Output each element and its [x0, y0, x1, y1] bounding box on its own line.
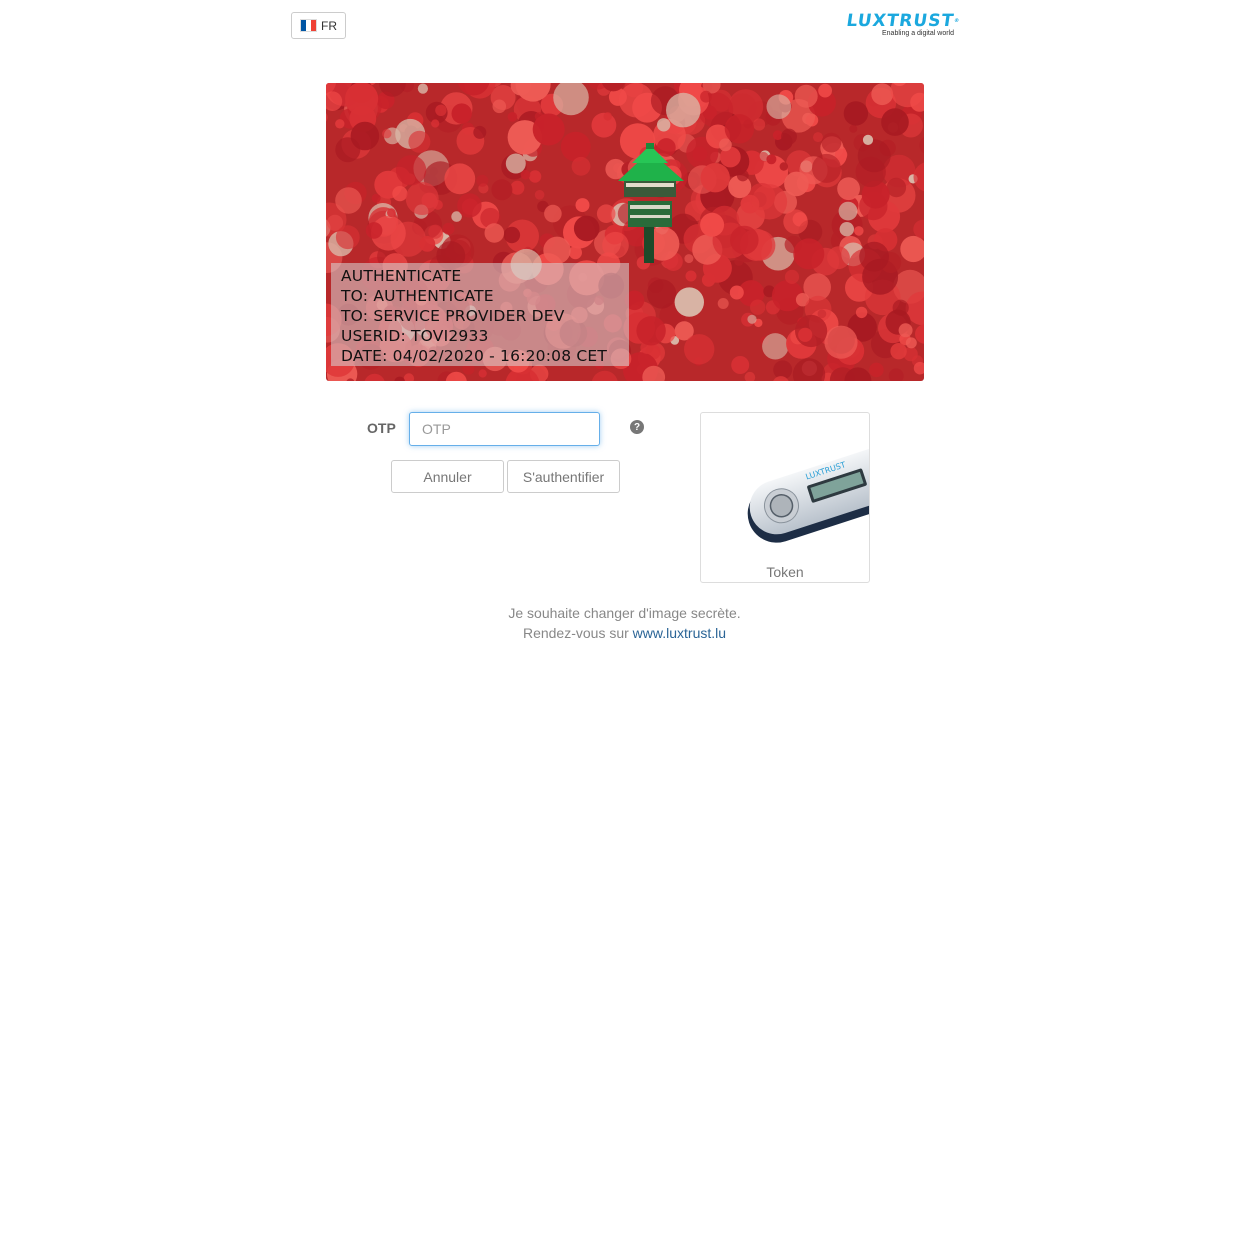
- language-label: FR: [321, 18, 337, 33]
- login-page: FR LUXTRUST® Enabling a digital world AU…: [0, 0, 1249, 1244]
- luxtrust-logo: LUXTRUST® Enabling a digital world: [836, 11, 961, 38]
- visit-prefix: Rendez-vous sur: [522, 625, 629, 641]
- transaction-caption: AUTHENTICATE TO: AUTHENTICATE TO: SERVIC…: [331, 263, 629, 366]
- language-selector-button[interactable]: FR: [291, 12, 346, 39]
- token-device-icon: LUXTRUST: [747, 445, 869, 543]
- logo-brand: LUXTRUST: [845, 11, 956, 31]
- authenticate-button[interactable]: S'authentifier: [507, 460, 620, 493]
- footer-help-text: Je souhaite changer d'image secrète. Ren…: [0, 603, 1249, 643]
- luxtrust-website-link[interactable]: www.luxtrust.lu: [633, 625, 726, 641]
- otp-label: OTP: [367, 420, 396, 436]
- caption-line-5: DATE: 04/02/2020 - 16:20:08 CET: [341, 347, 608, 365]
- caption-line-3: TO: SERVICE PROVIDER DEV: [341, 307, 565, 325]
- question-circle-icon[interactable]: ?: [630, 420, 644, 434]
- token-option-card[interactable]: LUXTRUST Token: [700, 412, 870, 583]
- cancel-button[interactable]: Annuler: [391, 460, 504, 493]
- change-image-text: Je souhaite changer d'image secrète.: [508, 605, 741, 621]
- logo-trademark: ®: [953, 18, 961, 24]
- france-flag-icon: [300, 19, 317, 32]
- logo-tagline: Enabling a digital world: [882, 30, 954, 37]
- otp-input[interactable]: [409, 412, 600, 446]
- caption-line-1: AUTHENTICATE: [341, 267, 462, 285]
- caption-line-4: USERID: TOVI2933: [341, 327, 489, 345]
- token-label: Token: [766, 564, 804, 580]
- secret-image: AUTHENTICATE TO: AUTHENTICATE TO: SERVIC…: [326, 83, 924, 381]
- visit-line: Rendez-vous sur www.luxtrust.lu: [0, 623, 1249, 643]
- caption-line-2: TO: AUTHENTICATE: [341, 287, 494, 305]
